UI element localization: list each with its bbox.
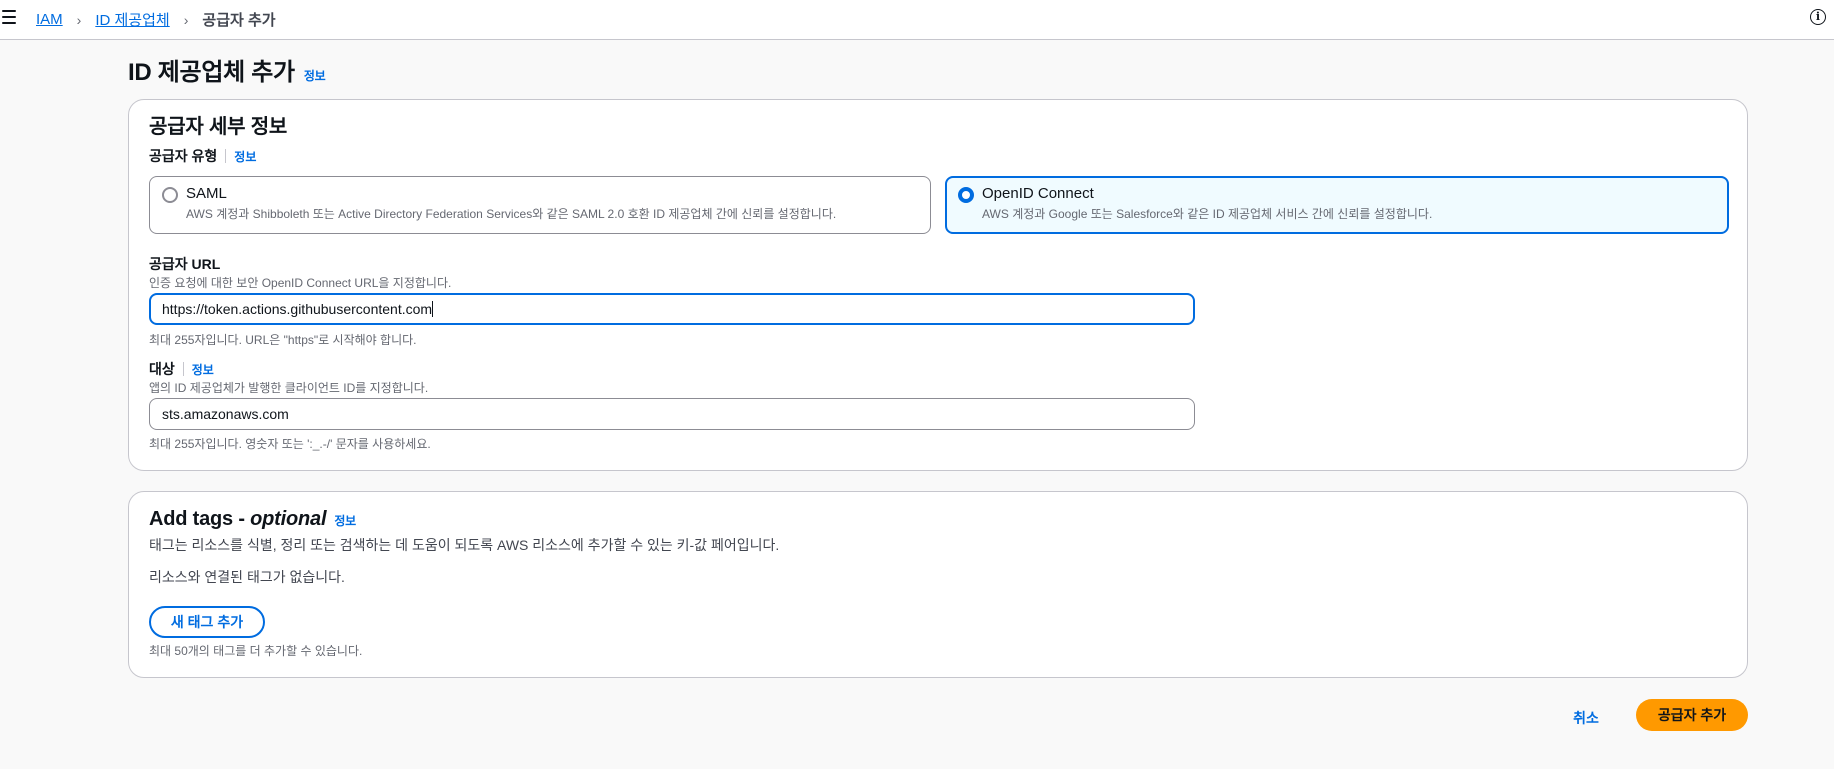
tags-heading-optional: optional [250,508,327,530]
openid-connect-description: AWS 계정과 Google 또는 Salesforce와 같은 ID 제공업체… [982,207,1433,221]
audience-input[interactable]: sts.amazonaws.com [149,398,1195,430]
page-info-link[interactable]: 정보 [304,67,326,84]
text-cursor [432,301,434,317]
audience-value: sts.amazonaws.com [162,406,289,422]
provider-type-label: 공급자 유형 [149,148,218,164]
provider-url-value: https://token.actions.githubusercontent.… [162,301,433,317]
tags-empty-message: 리소스와 연결된 태그가 없습니다. [149,569,345,585]
info-icon[interactable]: i [1810,9,1826,25]
provider-type-info-link[interactable]: 정보 [234,148,256,165]
divider [182,362,184,376]
provider-type-openid-connect-tile[interactable]: OpenID Connect AWS 계정과 Google 또는 Salesfo… [945,176,1729,234]
tags-info-link[interactable]: 정보 [334,512,356,529]
breadcrumb: IAM › ID 제공업체 › 공급자 추가 [36,9,276,30]
provider-type-saml-tile[interactable]: SAML AWS 계정과 Shibboleth 또는 Active Direct… [149,176,931,234]
tags-limit-note: 최대 50개의 태그를 더 추가할 수 있습니다. [149,644,363,658]
menu-icon[interactable] [2,10,16,24]
tags-description: 태그는 리소스를 식별, 정리 또는 검색하는 데 도움이 되도록 AWS 리소… [149,537,780,553]
chevron-right-icon: › [76,11,82,28]
saml-radio[interactable] [162,187,178,203]
audience-info-link[interactable]: 정보 [192,361,214,378]
add-new-tag-button[interactable]: 새 태그 추가 [149,606,265,638]
tags-heading-main: Add tags - [149,508,251,530]
provider-details-heading: 공급자 세부 정보 [149,116,288,138]
openid-connect-radio[interactable] [958,187,974,203]
provider-url-description: 인증 요청에 대한 보안 OpenID Connect URL을 지정합니다. [149,276,452,290]
add-provider-button[interactable]: 공급자 추가 [1636,699,1748,731]
saml-title: SAML [186,185,227,202]
cancel-button[interactable]: 취소 [1561,702,1611,734]
provider-details-panel: 공급자 세부 정보 공급자 유형 정보 SAML AWS 계정과 Shibbol… [128,99,1748,471]
top-navigation-bar: IAM › ID 제공업체 › 공급자 추가 i [0,0,1834,40]
audience-description: 앱의 ID 제공업체가 발행한 클라이언트 ID를 지정합니다. [149,381,429,395]
audience-label-row: 대상 정보 [149,359,214,379]
chevron-right-icon: › [183,11,189,28]
audience-constraint: 최대 255자입니다. 영숫자 또는 ':_.-/' 문자를 사용하세요. [149,437,431,451]
audience-label: 대상 [149,361,175,377]
tags-heading: Add tags - optional 정보 [149,508,356,531]
provider-url-constraint: 최대 255자입니다. URL은 "https"로 시작해야 합니다. [149,333,417,347]
provider-url-label-text: 공급자 URL [149,256,221,272]
page-title-row: ID 제공업체 추가 정보 [128,52,326,87]
breadcrumb-identity-providers-link[interactable]: ID 제공업체 [95,9,169,30]
tags-panel: Add tags - optional 정보 태그는 리소스를 식별, 정리 또… [128,491,1748,678]
breadcrumb-iam-link[interactable]: IAM [36,11,63,28]
openid-connect-title: OpenID Connect [982,185,1094,202]
page-title: ID 제공업체 추가 [128,59,295,86]
divider [225,149,227,163]
provider-type-label-row: 공급자 유형 정보 [149,146,256,166]
provider-url-input[interactable]: https://token.actions.githubusercontent.… [149,293,1195,325]
provider-url-label: 공급자 URL [149,254,220,274]
breadcrumb-current: 공급자 추가 [202,12,276,29]
saml-description: AWS 계정과 Shibboleth 또는 Active Directory F… [186,207,837,221]
